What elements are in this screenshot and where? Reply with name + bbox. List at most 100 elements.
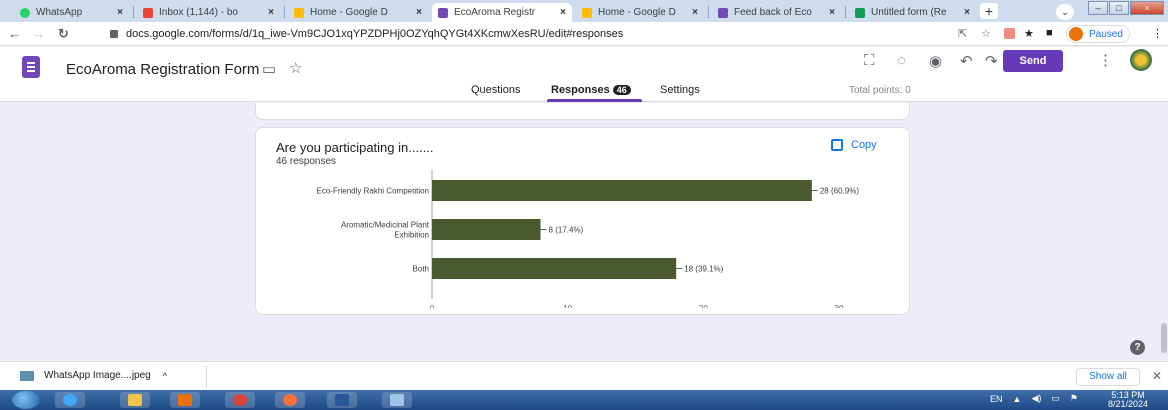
profile-status: Paused [1089,28,1123,40]
tab-untitled-form[interactable]: Untitled form (Re × [849,3,976,22]
close-icon[interactable]: × [692,7,698,18]
data-label: 28 (60.9%) [820,187,859,196]
close-icon[interactable]: × [964,7,970,18]
clock-date: 8/21/2024 [1107,399,1149,409]
language-indicator[interactable]: EN [990,394,1003,404]
tab-search-chevron-icon[interactable]: ⌄ [1056,4,1074,20]
send-button[interactable]: Send [1003,50,1063,72]
preview-eye-icon[interactable]: ◉ [929,52,942,70]
tab-responses-label: Responses [551,84,610,96]
tab-settings[interactable]: Settings [660,84,700,96]
gmail-icon [143,7,153,18]
redo-icon[interactable]: ↷ [985,52,998,70]
folder-icon[interactable]: ▭ [262,60,276,78]
tab-ecoaroma-active[interactable]: EcoAroma Registr × [432,3,572,22]
extensions-puzzle-icon[interactable]: ★ [1024,27,1034,40]
window-controls: – □ × [1087,1,1164,15]
windows-start-button[interactable] [12,391,40,409]
tab-questions[interactable]: Questions [471,84,521,96]
customize-theme-icon[interactable]: ⛶ [864,52,875,69]
google-sheets-icon [855,7,865,18]
back-arrow-icon[interactable]: ← [8,26,21,41]
chrome-icon[interactable] [225,392,255,408]
google-forms-icon [718,7,728,18]
undo-icon[interactable]: ↶ [960,52,973,70]
responses-content: Are you participating in....... 46 respo… [0,103,1168,361]
star-icon[interactable]: ☆ [289,59,302,77]
category-label: Eco-Friendly Rakhi Competition [317,187,430,196]
url-field[interactable]: docs.google.com/forms/d/1q_iwe-Vm9CJO1xq… [104,25,964,43]
network-icon[interactable]: ▭ [1051,393,1060,404]
total-points: Total points: 0 [849,85,911,96]
data-label: 8 (17.4%) [549,226,584,235]
response-count: 46 responses [276,156,337,167]
close-icon[interactable]: × [560,7,566,18]
copy-chart-button[interactable]: Copy [831,139,877,151]
close-icon[interactable]: × [416,7,422,18]
firefox-icon[interactable] [275,392,305,408]
clock[interactable]: 5:13 PM 8/21/2024 [1098,391,1158,409]
google-forms-icon [438,7,448,18]
extension-icon[interactable] [1004,28,1015,39]
tab-responses[interactable]: Responses 46 [551,84,631,96]
close-window-button[interactable]: × [1130,1,1164,15]
profile-avatar [1069,27,1083,41]
close-icon[interactable]: × [829,7,835,18]
bar [432,258,677,279]
tray-arrow-icon[interactable]: ▲ [1013,394,1022,404]
bookmark-star-icon[interactable]: ☆ [981,27,991,40]
media-player-icon[interactable] [170,392,200,408]
responses-count-badge: 46 [612,85,631,95]
ie-icon[interactable] [55,392,85,408]
google-forms-logo-icon[interactable] [22,56,40,78]
forward-arrow-icon[interactable]: → [32,26,45,41]
flag-icon[interactable]: ⚑ [1070,393,1078,404]
tab-label: EcoAroma Registr [454,7,536,18]
window-icon[interactable] [382,392,412,408]
system-tray: EN ▲ ◀) ▭ ⚑ [990,393,1088,404]
reload-icon[interactable]: ↻ [58,26,69,42]
copy-label: Copy [851,139,877,151]
close-icon[interactable]: × [117,7,123,18]
active-tab-indicator [547,99,642,102]
form-title[interactable]: EcoAroma Registration Form [66,61,259,78]
volume-icon[interactable]: ◀) [1031,393,1041,404]
tab-feedback-form[interactable]: Feed back of Eco × [712,3,841,22]
chevron-up-icon[interactable]: ^ [163,371,167,381]
page-scrollbar[interactable] [1161,323,1167,353]
divider [206,366,207,388]
minimize-button[interactable]: – [1088,1,1108,15]
close-icon[interactable]: ✕ [1152,369,1162,383]
tab-gmail[interactable]: Inbox (1,144) - bo × [137,3,280,22]
tab-separator [284,6,285,18]
tab-google-drive-2[interactable]: Home - Google D × [576,3,704,22]
show-all-button[interactable]: Show all [1076,368,1140,386]
google-drive-icon [294,7,304,18]
bar [432,219,541,240]
google-drive-icon [582,7,592,18]
user-avatar[interactable] [1130,49,1152,71]
help-icon[interactable]: ? [1130,340,1145,355]
profile-paused-button[interactable]: Paused [1066,25,1130,43]
new-tab-button[interactable]: + [980,3,998,19]
url-text: docs.google.com/forms/d/1q_iwe-Vm9CJO1xq… [126,28,624,40]
question-summary-card: Are you participating in....... 46 respo… [255,127,910,315]
share-icon[interactable]: ⇱ [958,27,967,40]
category-label: Both [413,265,429,274]
file-explorer-icon[interactable] [120,392,150,408]
tab-separator [708,6,709,18]
close-icon[interactable]: × [268,7,274,18]
tab-whatsapp[interactable]: WhatsApp × [14,3,129,22]
word-icon[interactable] [327,392,357,408]
more-options-icon[interactable]: ⋮ [1098,51,1113,69]
download-item[interactable]: WhatsApp Image....jpeg ^ [20,370,167,381]
maximize-button[interactable]: □ [1109,1,1129,15]
tab-label: Home - Google D [310,7,388,18]
whatsapp-icon [20,7,30,18]
tab-google-drive-1[interactable]: Home - Google D × [288,3,428,22]
browser-menu-icon[interactable]: ⋮ [1152,27,1163,40]
side-panel-icon[interactable]: ■ [1046,27,1053,39]
x-tick-label: 30 [835,304,844,308]
download-filename: WhatsApp Image....jpeg [44,370,151,381]
palette-icon[interactable]: ◌ [897,52,906,69]
